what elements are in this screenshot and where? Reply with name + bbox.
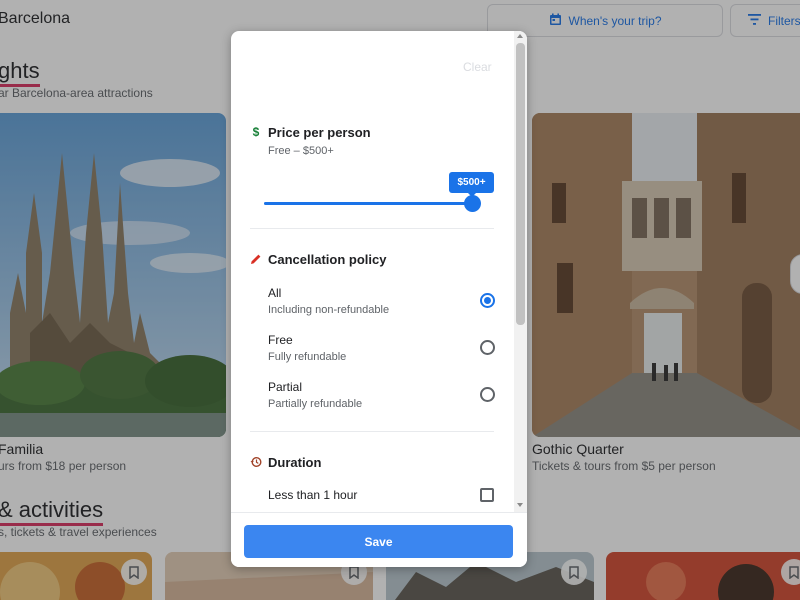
clear-button[interactable]: Clear [463, 60, 492, 74]
duration-section-title: Duration [268, 455, 322, 470]
option-all-title[interactable]: All [268, 286, 281, 300]
cancellation-all-radio[interactable] [480, 293, 495, 308]
option-free-title[interactable]: Free [268, 333, 293, 347]
cancellation-free-radio[interactable] [480, 340, 495, 355]
filters-dialog: Clear $ Price per person Free – $500+ $5… [231, 31, 527, 567]
price-slider-fill [264, 202, 472, 205]
price-range-text: Free – $500+ [268, 145, 334, 157]
cancellation-section-title: Cancellation policy [268, 252, 387, 267]
save-button[interactable]: Save [244, 525, 513, 558]
price-slider-track[interactable] [264, 202, 472, 205]
filters-scroll-area[interactable]: Clear $ Price per person Free – $500+ $5… [231, 31, 514, 512]
dollar-icon: $ [252, 125, 260, 139]
price-slider-value-badge: $500+ [449, 172, 494, 197]
modal-scrollbar[interactable] [514, 31, 527, 512]
duration-less-than-1-hour-checkbox[interactable] [480, 488, 494, 502]
dialog-footer: Save [231, 512, 527, 567]
option-partial-subtitle: Partially refundable [268, 398, 363, 410]
price-slider-thumb[interactable] [463, 195, 481, 212]
pencil-icon [249, 252, 263, 266]
history-icon [249, 455, 263, 469]
option-free-subtitle: Fully refundable [268, 351, 347, 363]
scroll-up-arrow-icon[interactable] [517, 34, 523, 38]
scrollbar-thumb[interactable] [516, 43, 525, 325]
section-divider [250, 431, 494, 432]
option-partial-title[interactable]: Partial [268, 380, 302, 394]
section-divider [250, 228, 494, 229]
scroll-down-arrow-icon[interactable] [517, 503, 523, 507]
option-all-subtitle: Including non-refundable [268, 304, 390, 316]
option-duration-title[interactable]: Less than 1 hour [268, 488, 357, 502]
cancellation-partial-radio[interactable] [480, 387, 495, 402]
price-section-title: Price per person [268, 125, 371, 140]
